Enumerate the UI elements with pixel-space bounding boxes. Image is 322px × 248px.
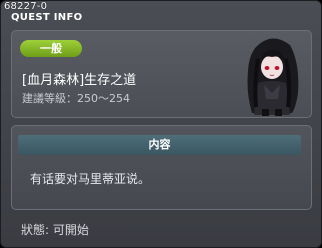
content-text: 有话要对马里蒂亚说。: [30, 172, 151, 186]
recommended-level: 建議等級：250～254: [22, 92, 130, 105]
quest-content-panel: 内容 有话要对马里蒂亚说。: [11, 125, 312, 210]
quest-name: [血月森林]生存之道: [22, 73, 137, 88]
npc-portrait-icon: [247, 38, 299, 116]
content-header: 内容: [18, 135, 301, 155]
window-title: QUEST INFO: [11, 12, 83, 23]
quest-id: 68227-0: [4, 1, 48, 12]
status-value: 可開始: [52, 223, 89, 237]
status-label: 狀態:: [21, 223, 50, 237]
quest-status: 狀態: 可開始: [21, 221, 89, 238]
quest-category-badge: 一般: [20, 40, 82, 57]
quest-summary-panel: 一般 [血月森林]生存之道 建議等級：250～254: [11, 30, 312, 118]
quest-info-window: 68227-0 QUEST INFO 一般 [血月森林]生存之道 建議等級：25…: [0, 0, 322, 248]
